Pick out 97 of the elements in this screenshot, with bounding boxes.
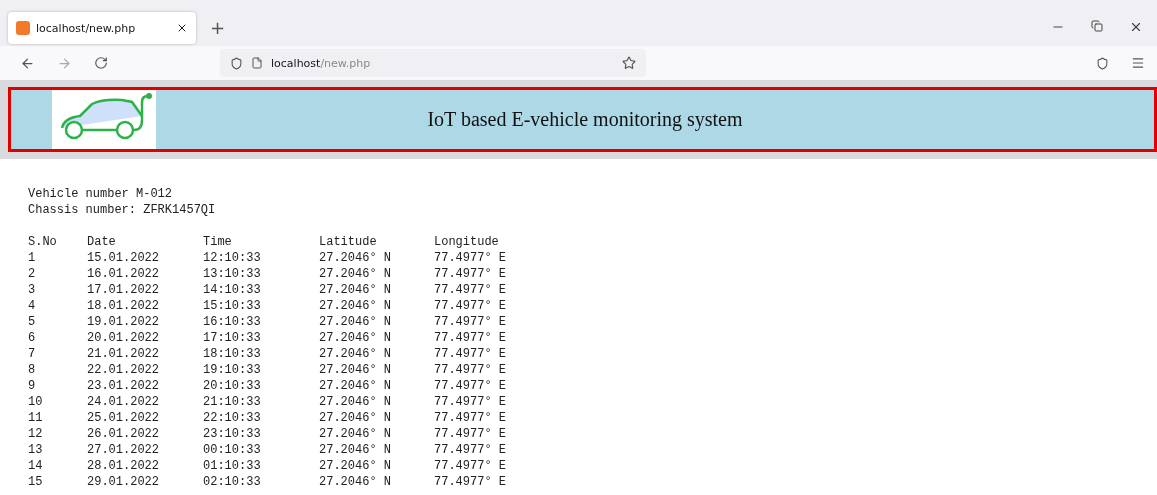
table-cell-text: 2	[28, 266, 37, 282]
table-cell-text: 14:10:33	[203, 282, 262, 298]
table-cell-text: 77.4977° E	[434, 458, 507, 474]
table-cell-text: 23.01.2022	[87, 378, 160, 394]
reload-icon[interactable]	[94, 56, 108, 70]
banner-title: IoT based E-vehicle monitoring system	[426, 108, 744, 131]
close-icon[interactable]	[176, 22, 188, 34]
table-cell-text: 16:10:33	[203, 314, 262, 330]
table-cell-text: 13:10:33	[203, 266, 262, 282]
table-cell-text: 12	[28, 426, 44, 442]
table-cell-text: 1	[28, 250, 37, 266]
table-cell-text: 29.01.2022	[87, 474, 160, 490]
table-cell-text: 4	[28, 298, 37, 314]
new-tab-button[interactable]: +	[206, 17, 230, 38]
table-cell-text: 16.01.2022	[87, 266, 160, 282]
vehicle-info: Chassis number: ZFRK1457QI	[28, 202, 216, 218]
table-cell-text: 25.01.2022	[87, 410, 160, 426]
table-cell-text: 77.4977° E	[434, 426, 507, 442]
table-cell-text: 77.4977° E	[434, 474, 507, 490]
table-cell-text: 13	[28, 442, 44, 458]
table-cell-text: 77.4977° E	[434, 442, 507, 458]
table-cell-text: 15	[28, 474, 44, 490]
table-cell-text: 27.2046° N	[319, 346, 392, 362]
table-cell-text: 18.01.2022	[87, 298, 160, 314]
table-cell-text: 77.4977° E	[434, 314, 507, 330]
table-cell-text: 24.01.2022	[87, 394, 160, 410]
shield-icon	[230, 56, 243, 70]
address-bar[interactable]: localhost/new.php	[220, 49, 646, 77]
column-header: S.No	[28, 234, 58, 250]
table-cell-text: 27.2046° N	[319, 442, 392, 458]
table-cell-text: 21.01.2022	[87, 346, 160, 362]
table-cell-text: 21:10:33	[203, 394, 262, 410]
table-cell-text: 26.01.2022	[87, 426, 160, 442]
column-header: Date	[87, 234, 117, 250]
table-cell-text: 7	[28, 346, 37, 362]
table-cell-text: 19.01.2022	[87, 314, 160, 330]
table-cell-text: 27.2046° N	[319, 298, 392, 314]
table-cell-text: 22:10:33	[203, 410, 262, 426]
table-cell-text: 27.2046° N	[319, 426, 392, 442]
table-cell-text: 27.2046° N	[319, 394, 392, 410]
vehicle-info: Vehicle number M-012	[28, 186, 173, 202]
table-cell-text: 27.2046° N	[319, 330, 392, 346]
table-cell-text: 27.01.2022	[87, 442, 160, 458]
close-icon[interactable]	[1129, 20, 1143, 34]
table-cell-text: 77.4977° E	[434, 410, 507, 426]
table-cell-text: 12:10:33	[203, 250, 262, 266]
table-cell-text: 77.4977° E	[434, 378, 507, 394]
table-cell-text: 27.2046° N	[319, 362, 392, 378]
browser-tab[interactable]: localhost/new.php	[8, 12, 196, 44]
table-cell-text: 77.4977° E	[434, 362, 507, 378]
table-cell-text: 77.4977° E	[434, 250, 507, 266]
favicon-icon	[16, 21, 30, 35]
table-cell-text: 15:10:33	[203, 298, 262, 314]
table-cell-text: 27.2046° N	[319, 378, 392, 394]
table-cell-text: 9	[28, 378, 37, 394]
table-cell-text: 22.01.2022	[87, 362, 160, 378]
table-cell-text: 10	[28, 394, 44, 410]
table-cell-text: 17:10:33	[203, 330, 262, 346]
table-cell-text: 14	[28, 458, 44, 474]
column-header: Time	[203, 234, 233, 250]
table-cell-text: 19:10:33	[203, 362, 262, 378]
table-cell-text: 8	[28, 362, 37, 378]
restore-icon[interactable]	[1091, 20, 1103, 32]
table-cell-text: 27.2046° N	[319, 314, 392, 330]
page-icon	[251, 57, 263, 69]
table-cell-text: 27.2046° N	[319, 410, 392, 426]
table-cell-text: 01:10:33	[203, 458, 262, 474]
table-cell-text: 77.4977° E	[434, 346, 507, 362]
column-header: Latitude	[319, 234, 378, 250]
table-cell-text: 77.4977° E	[434, 298, 507, 314]
table-cell-text: 77.4977° E	[434, 266, 507, 282]
table-cell-text: 15.01.2022	[87, 250, 160, 266]
bookmark-star-icon[interactable]	[622, 56, 636, 70]
table-cell-text: 20:10:33	[203, 378, 262, 394]
menu-icon[interactable]	[1131, 56, 1145, 70]
table-cell-text: 27.2046° N	[319, 474, 392, 490]
table-cell-text: 27.2046° N	[319, 250, 392, 266]
table-cell-text: 27.2046° N	[319, 266, 392, 282]
back-icon[interactable]	[20, 55, 35, 71]
table-cell-text: 28.01.2022	[87, 458, 160, 474]
column-header: Longitude	[434, 234, 500, 250]
table-cell-text: 77.4977° E	[434, 330, 507, 346]
table-cell-text: 6	[28, 330, 37, 346]
table-cell-text: 27.2046° N	[319, 458, 392, 474]
table-cell-text: 18:10:33	[203, 346, 262, 362]
table-cell-text: 27.2046° N	[319, 282, 392, 298]
table-cell-text: 02:10:33	[203, 474, 262, 490]
table-cell-text: 3	[28, 282, 37, 298]
table-cell-text: 77.4977° E	[434, 282, 507, 298]
table-cell-text: 23:10:33	[203, 426, 262, 442]
table-cell-text: 5	[28, 314, 37, 330]
table-cell-text: 17.01.2022	[87, 282, 160, 298]
table-cell-text: 77.4977° E	[434, 394, 507, 410]
table-cell-text: 00:10:33	[203, 442, 262, 458]
car-logo-icon	[52, 90, 156, 149]
table-cell-text: 20.01.2022	[87, 330, 160, 346]
table-cell-text: 11	[28, 410, 44, 426]
